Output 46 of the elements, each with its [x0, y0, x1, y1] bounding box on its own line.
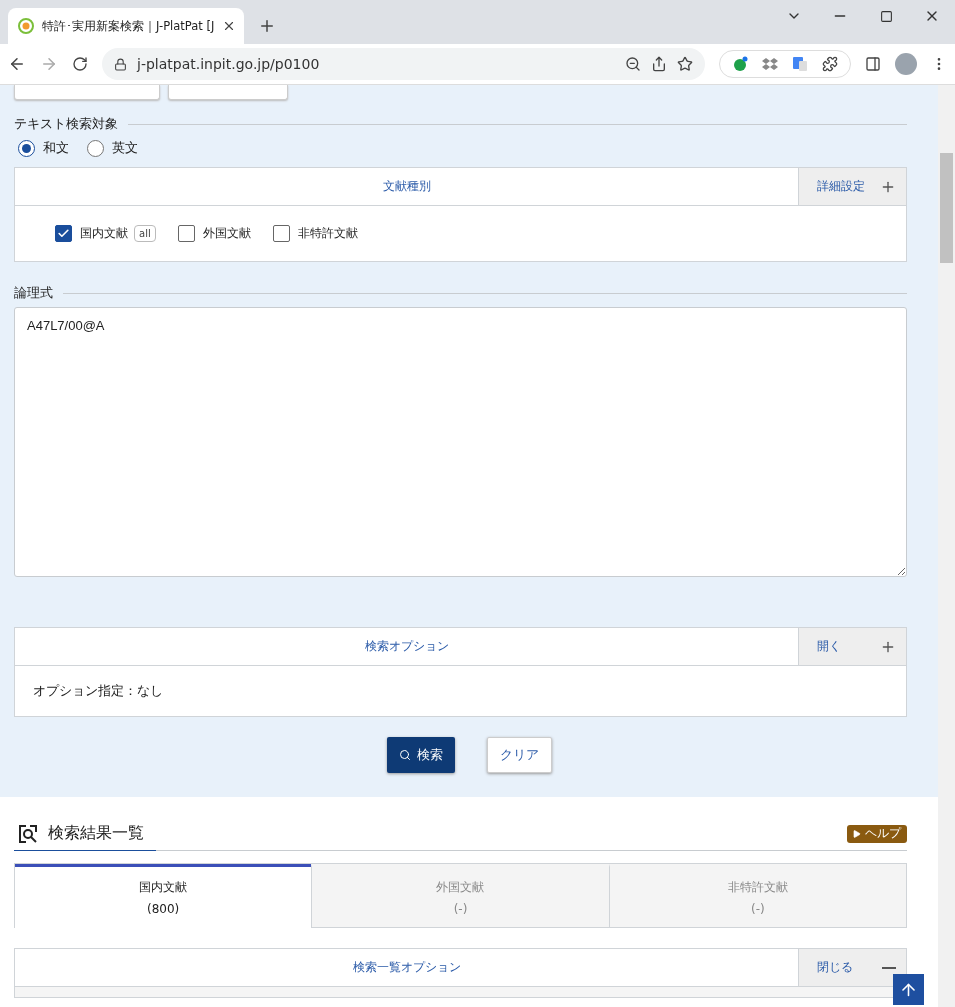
- radio-button[interactable]: [87, 139, 104, 157]
- panel-title: 検索オプション: [363, 638, 450, 655]
- lock-icon: [114, 57, 127, 71]
- help-button[interactable]: ヘルプ: [847, 824, 907, 843]
- panel-toggle-button[interactable]: 詳細設定: [798, 168, 906, 205]
- site-logo-icon: [18, 18, 34, 34]
- all-badge[interactable]: all: [134, 225, 156, 242]
- browser-tab[interactable]: 特許･実用新案検索｜J-PlatPat [J: [8, 8, 244, 44]
- radio-label: 和文: [43, 139, 69, 157]
- panel-toggle-button[interactable]: 閉じる: [798, 949, 906, 986]
- search-icon: [18, 823, 38, 844]
- radio-label: 英文: [112, 139, 138, 157]
- address-bar[interactable]: j-platpat.inpit.go.jp/p0100: [102, 48, 705, 80]
- section-label: 論理式: [14, 284, 53, 302]
- minus-icon: [882, 966, 896, 969]
- scroll-top-button[interactable]: [893, 974, 924, 1005]
- clear-button[interactable]: クリア: [486, 737, 552, 773]
- results-title: 検索結果一覧: [48, 823, 144, 844]
- avatar-icon[interactable]: [895, 53, 917, 75]
- search-button[interactable]: 検索: [386, 737, 455, 773]
- radio-button[interactable]: [18, 139, 35, 157]
- checkbox[interactable]: [177, 225, 195, 242]
- back-icon[interactable]: [8, 55, 26, 73]
- search-icon: [398, 749, 411, 761]
- reload-icon[interactable]: [72, 56, 88, 72]
- check-icon: [57, 227, 70, 240]
- side-panel-icon[interactable]: [865, 56, 881, 72]
- options-summary: オプション指定：なし: [33, 682, 163, 700]
- panel-toggle-button[interactable]: 開く: [798, 628, 906, 665]
- checkbox-label: 外国文献: [202, 225, 251, 242]
- checkbox[interactable]: [55, 225, 72, 242]
- panel-title: 文献種別: [381, 178, 432, 195]
- share-icon[interactable]: [651, 56, 667, 72]
- puzzle-icon[interactable]: [822, 56, 838, 72]
- zoom-out-icon[interactable]: [625, 56, 641, 72]
- checkbox[interactable]: [272, 225, 290, 242]
- section-label: テキスト検索対象: [14, 115, 118, 133]
- tab-title: 特許･実用新案検索｜J-PlatPat [J: [42, 18, 215, 34]
- checkbox-label: 非特許文献: [297, 225, 358, 242]
- panel-title: 検索一覧オプション: [351, 959, 462, 976]
- formula-field[interactable]: A47L7/00@A: [14, 307, 907, 577]
- play-icon: [853, 829, 861, 838]
- star-icon[interactable]: [677, 56, 693, 72]
- address-text: j-platpat.inpit.go.jp/p0100: [137, 56, 321, 72]
- new-tab-icon[interactable]: [258, 17, 276, 35]
- checkbox-label: 国内文献: [80, 225, 128, 242]
